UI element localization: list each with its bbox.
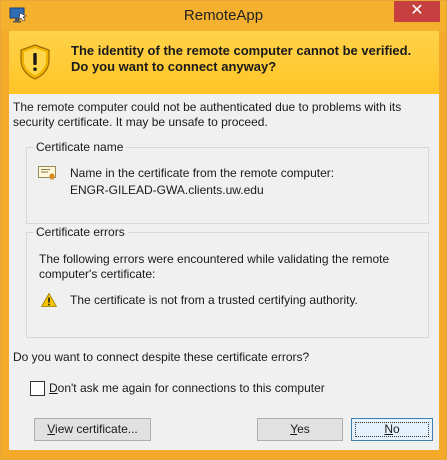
certificate-name-value: ENGR-GILEAD-GWA.clients.uw.edu [70, 183, 264, 197]
warning-banner: The identity of the remote computer cann… [9, 31, 439, 94]
dont-ask-checkbox[interactable] [30, 381, 45, 396]
certificate-icon [38, 166, 56, 180]
intro-text: The remote computer could not be authent… [13, 100, 402, 129]
warning-icon [41, 293, 57, 307]
banner-message: The identity of the remote computer cann… [71, 43, 412, 74]
certificate-name-text: Name in the certificate from the remote … [70, 165, 334, 199]
dont-ask-accelerator: D [49, 381, 58, 395]
dialog-content: The remote computer could not be authent… [9, 94, 439, 450]
yes-label: es [297, 422, 310, 436]
certificate-name-label: Name in the certificate from the remote … [70, 166, 335, 180]
view-certificate-accelerator: V [47, 422, 56, 436]
certificate-errors-title: Certificate errors [33, 225, 128, 240]
window-title: RemoteApp [183, 7, 264, 24]
certificate-name-group: Certificate name Name in the certificate… [26, 140, 429, 224]
certificate-name-title: Certificate name [33, 140, 127, 155]
certificate-error-item: The certificate is not from a trusted ce… [70, 293, 358, 307]
no-button[interactable]: No [351, 418, 433, 441]
close-icon: ✕ [410, 2, 424, 19]
view-certificate-button[interactable]: View certificate... [34, 418, 151, 441]
focus-rectangle [355, 422, 429, 437]
certificate-errors-description: The following errors were encountered wh… [39, 252, 390, 281]
dialog-window: RemoteApp ✕ The identity of the remote c… [0, 0, 447, 460]
certificate-errors-group: Certificate errors The following errors … [26, 225, 429, 338]
connect-question: Do you want to connect despite these cer… [13, 350, 310, 364]
yes-button[interactable]: Yes [257, 418, 343, 441]
title-bar[interactable]: RemoteApp ✕ [1, 1, 446, 31]
shield-warning-icon [20, 44, 50, 80]
dont-ask-label-text: on't ask me again for connections to thi… [57, 381, 325, 395]
view-certificate-label: iew certificate... [55, 422, 138, 436]
close-button[interactable]: ✕ [394, 1, 440, 22]
dont-ask-label[interactable]: Don't ask me again for connections to th… [49, 381, 325, 395]
